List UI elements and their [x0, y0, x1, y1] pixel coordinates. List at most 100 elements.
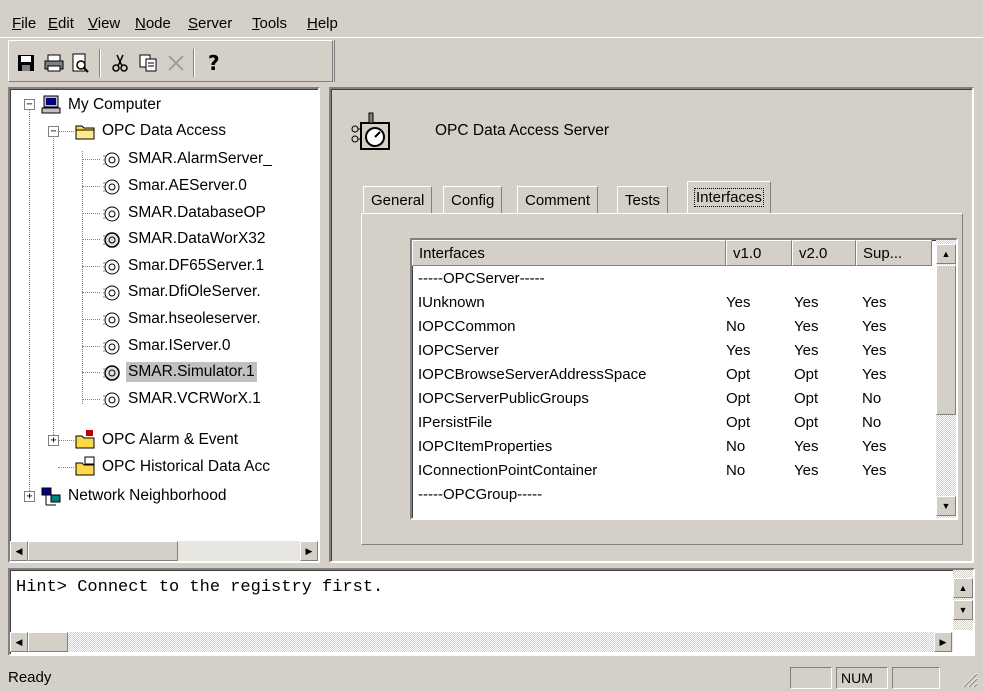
tree-item-network-neighborhood[interactable]: Network Neighborhood	[40, 483, 229, 509]
tree-horizontal-scrollbar[interactable]: ◀ ▶	[10, 541, 318, 561]
tab-config[interactable]: Config	[443, 186, 503, 213]
column-header-v1[interactable]: v1.0	[726, 240, 792, 266]
network-icon	[41, 487, 61, 506]
hint-output-pane[interactable]: Hint> Connect to the registry first. ▲ ▼…	[8, 568, 975, 656]
tree-item-server[interactable]: SMAR.AlarmServer_	[100, 146, 274, 172]
opc-server-icon	[103, 339, 120, 355]
opc-server-icon	[103, 392, 120, 408]
table-row[interactable]: IUnknown Yes Yes Yes	[412, 291, 932, 315]
tree-item-server[interactable]: Smar.DfiOleServer.	[100, 279, 263, 305]
toolbar-empty-area	[334, 40, 980, 82]
opc-server-large-icon	[351, 112, 390, 150]
status-bar: Ready NUM	[0, 662, 983, 692]
table-row[interactable]: IConnectionPointContainer No Yes Yes	[412, 459, 932, 483]
status-cell-scroll	[892, 667, 940, 689]
help-icon[interactable]: ?	[201, 50, 227, 76]
table-row[interactable]: IPersistFile Opt Opt No	[412, 411, 932, 435]
scroll-right-icon[interactable]: ▶	[934, 632, 952, 652]
tree-item-server-selected[interactable]: SMAR.Simulator.1	[100, 359, 257, 385]
opc-server-icon	[103, 232, 120, 248]
tree-item-opc-alarm-event[interactable]: OPC Alarm & Event	[74, 427, 240, 453]
menu-help[interactable]: Help	[307, 15, 338, 32]
hint-vertical-scrollbar[interactable]: ▲ ▼	[953, 570, 973, 630]
tree-item-server[interactable]: Smar.hseoleserver.	[100, 306, 263, 332]
svg-text:?: ?	[208, 52, 220, 74]
table-row[interactable]: IOPCServerPublicGroups Opt Opt No	[412, 387, 932, 411]
table-row[interactable]: IOPCItemProperties No Yes Yes	[412, 435, 932, 459]
print-icon[interactable]	[41, 50, 67, 76]
folder-alarm-icon	[75, 430, 95, 449]
column-header-supported[interactable]: Sup...	[856, 240, 932, 266]
tree-item-opc-historical-data-access[interactable]: OPC Historical Data Acc	[74, 454, 272, 480]
tree-item-server[interactable]: Smar.AEServer.0	[100, 173, 249, 199]
copy-icon[interactable]	[135, 50, 161, 76]
tree-item-my-computer[interactable]: My Computer	[40, 92, 163, 118]
tab-tests[interactable]: Tests	[617, 186, 669, 213]
tree-item-opc-data-access[interactable]: OPC Data Access	[74, 118, 228, 144]
table-row[interactable]: IOPCBrowseServerAddressSpace Opt Opt Yes	[412, 363, 932, 387]
menu-view[interactable]: View	[88, 15, 120, 32]
server-tree[interactable]: − My Computer − OPC Data Access SMAR.Ala…	[8, 87, 320, 563]
scroll-thumb[interactable]	[28, 541, 178, 561]
toolbar: ?	[8, 40, 333, 82]
status-cell-num: NUM	[836, 667, 888, 689]
column-header-v2[interactable]: v2.0	[792, 240, 856, 266]
interfaces-tab-body: Interfaces v1.0 v2.0 Sup... -----OPCServ…	[361, 213, 963, 545]
tab-comment[interactable]: Comment	[517, 186, 599, 213]
expand-network-neighborhood-icon[interactable]: +	[24, 491, 35, 502]
scroll-left-icon[interactable]: ◀	[10, 541, 28, 561]
scroll-up-icon[interactable]: ▲	[953, 578, 973, 598]
menu-tools[interactable]: Tools	[252, 15, 287, 32]
collapse-opc-data-access-icon[interactable]: −	[48, 126, 59, 137]
scroll-up-icon[interactable]: ▲	[936, 244, 956, 264]
opc-server-icon	[103, 152, 120, 168]
scroll-thumb[interactable]	[28, 632, 68, 652]
computer-icon	[41, 95, 61, 114]
collapse-my-computer-icon[interactable]: −	[24, 99, 35, 110]
scroll-down-icon[interactable]: ▼	[953, 600, 973, 620]
hint-horizontal-scrollbar[interactable]: ◀ ▶	[10, 632, 953, 652]
menu-edit[interactable]: Edit	[48, 15, 74, 32]
tree-item-server[interactable]: Smar.IServer.0	[100, 333, 233, 359]
interfaces-vertical-scrollbar[interactable]: ▲ ▼	[936, 240, 956, 518]
save-icon[interactable]	[13, 50, 39, 76]
menu-node[interactable]: Node	[135, 15, 171, 32]
server-properties-panel: OPC Data Access Server General Config Co…	[329, 87, 974, 563]
resize-grip-icon[interactable]	[960, 670, 978, 688]
status-text: Ready	[8, 669, 52, 686]
server-title: OPC Data Access Server	[435, 122, 610, 139]
print-preview-icon[interactable]	[67, 50, 93, 76]
hint-text: Hint> Connect to the registry first.	[16, 578, 384, 597]
tree-item-server[interactable]: SMAR.DatabaseOP	[100, 200, 268, 226]
folder-open-icon	[75, 125, 95, 140]
column-header-interfaces[interactable]: Interfaces	[412, 240, 726, 266]
menu-bar: File Edit View Node Server Tools Help	[0, 0, 983, 38]
scroll-right-icon[interactable]: ▶	[300, 541, 318, 561]
scroll-thumb[interactable]	[936, 265, 956, 415]
status-cell-caps	[790, 667, 832, 689]
cut-icon[interactable]	[107, 50, 133, 76]
tab-general[interactable]: General	[363, 186, 433, 213]
tree-item-server[interactable]: Smar.DF65Server.1	[100, 253, 266, 279]
menu-file[interactable]: File	[12, 15, 36, 32]
table-row[interactable]: -----OPCServer-----	[412, 267, 932, 291]
folder-historical-icon	[75, 456, 95, 476]
interfaces-list[interactable]: Interfaces v1.0 v2.0 Sup... -----OPCServ…	[410, 238, 958, 520]
opc-server-icon	[103, 285, 120, 301]
delete-icon[interactable]	[163, 50, 189, 76]
tree-item-server[interactable]: SMAR.VCRWorX.1	[100, 386, 263, 412]
scroll-left-icon[interactable]: ◀	[10, 632, 28, 652]
opc-server-icon	[103, 179, 120, 195]
tab-interfaces[interactable]: Interfaces	[687, 181, 771, 213]
opc-server-icon	[103, 365, 120, 381]
table-row[interactable]: IOPCServer Yes Yes Yes	[412, 339, 932, 363]
tree-item-server[interactable]: SMAR.DataWorX32	[100, 226, 268, 252]
table-row[interactable]: IOPCCommon No Yes Yes	[412, 315, 932, 339]
opc-server-icon	[103, 206, 120, 222]
opc-server-icon	[103, 259, 120, 275]
menu-server[interactable]: Server	[188, 15, 232, 32]
expand-opc-alarm-event-icon[interactable]: +	[48, 435, 59, 446]
scroll-down-icon[interactable]: ▼	[936, 496, 956, 516]
table-row[interactable]: -----OPCGroup-----	[412, 483, 932, 507]
opc-server-icon	[103, 312, 120, 328]
